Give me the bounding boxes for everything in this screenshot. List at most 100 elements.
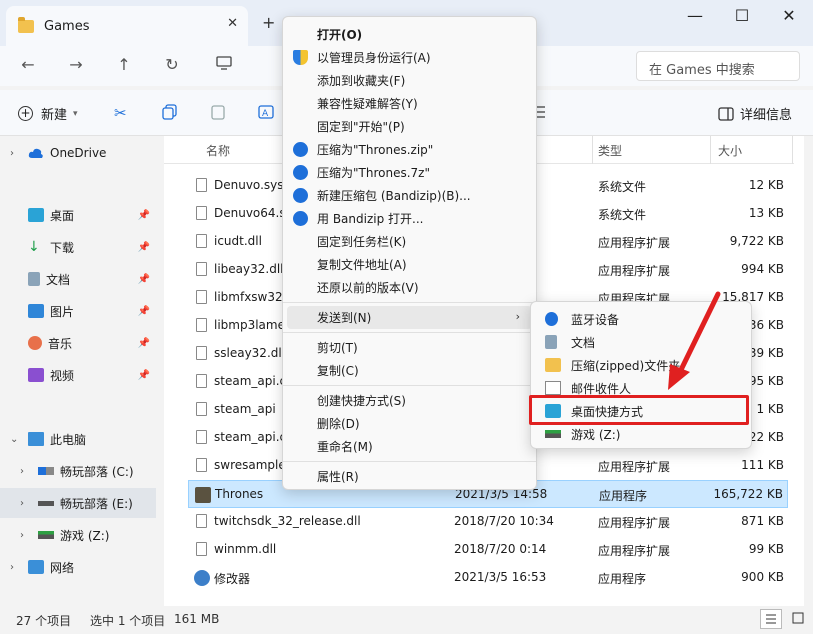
menu-item-restore[interactable]: 还原以前的版本(V) [287,276,532,299]
item-count: 27 个项目 [16,614,72,628]
selected-size: 161 MB [174,612,220,626]
details-pane-icon [718,106,734,121]
file-type: 应用程序扩展 [598,264,671,278]
file-icon [196,402,207,416]
back-button[interactable]: ← [16,55,40,74]
column-name[interactable]: 名称 [206,142,230,159]
menu-item-pin-start[interactable]: 固定到"开始"(P) [287,115,532,138]
menu-item-send-to[interactable]: 发送到(N) › [287,306,532,329]
sort-button[interactable] [536,104,546,120]
sidebar-item-downloads[interactable]: ↓ 下载 📌 [0,232,156,262]
menu-item-pin-taskbar[interactable]: 固定到任务栏(K) [287,230,532,253]
menu-divider [283,461,536,462]
file-type: 应用程序扩展 [598,460,671,474]
file-size: 95 KB [748,374,784,388]
paste-button[interactable] [210,104,226,120]
monitor-icon[interactable] [212,55,236,74]
menu-item-rename[interactable]: 重命名(M) [287,435,532,458]
file-size: 994 KB [741,262,784,276]
file-name: libmfxsw32 [214,290,283,304]
menu-item-add-favorites[interactable]: 添加到收藏夹(F) [287,69,532,92]
maximize-button[interactable]: ☐ [727,6,757,25]
details-view-button[interactable] [760,609,782,629]
sidebar-item-label: 此电脑 [50,432,87,447]
column-size[interactable]: 大小 [718,142,742,159]
network-drive-icon [545,430,561,438]
file-row[interactable]: twitchsdk_32_release.dll 2018/7/20 10:34 应… [188,508,788,536]
menu-item-label: 创建快捷方式(S) [317,394,406,408]
menu-item-properties[interactable]: 属性(R) [287,465,532,488]
computer-icon [28,432,44,446]
document-icon [28,272,40,286]
menu-item-label: 压缩为"Thrones.zip" [317,143,434,157]
sidebar-item-label: 游戏 (Z:) [60,528,110,543]
file-row[interactable]: 修改器 2021/3/5 16:53 应用程序 900 KB [188,564,788,592]
menu-item-zip[interactable]: 压缩为"Thrones.zip" [287,138,532,161]
new-tab-button[interactable]: + [262,13,275,32]
sidebar-item-documents[interactable]: 文档 📌 [0,264,156,294]
pin-icon: 📌 [137,337,150,349]
sidebar-item-desktop[interactable]: 桌面 📌 [0,200,156,230]
menu-item-copy-path[interactable]: 复制文件地址(A) [287,253,532,276]
menu-item-delete[interactable]: 删除(D) [287,412,532,435]
sidebar-item-pictures[interactable]: 图片 📌 [0,296,156,326]
cut-button[interactable]: ✂ [114,104,127,122]
search-input[interactable]: 在 Games 中搜索 [636,51,800,81]
menu-item-open-bandizip[interactable]: 用 Bandizip 打开... [287,207,532,230]
menu-item-cut[interactable]: 剪切(T) [287,336,532,359]
sidebar-item-videos[interactable]: 视频 📌 [0,360,156,390]
zip-folder-icon [545,358,561,372]
copy-button[interactable] [162,104,178,120]
menu-divider [283,385,536,386]
menu-item-new-archive[interactable]: 新建压缩包 (Bandizip)(B)... [287,184,532,207]
new-button[interactable]: + 新建 ▾ [18,104,78,123]
selected-count: 选中 1 个项目 [90,614,166,628]
refresh-button[interactable]: ↻ [160,55,184,74]
menu-item-run-as-admin[interactable]: 以管理员身份运行(A) [287,46,532,69]
file-size: 900 KB [741,570,784,584]
menu-item-copy[interactable]: 复制(C) [287,359,532,382]
column-type[interactable]: 类型 [598,142,622,159]
menu-item-label: 蓝牙设备 [571,313,620,327]
sidebar-item-onedrive[interactable]: › OneDrive [0,138,156,168]
file-name: twitchsdk_32_release.dll [214,514,361,528]
menu-item-7z[interactable]: 压缩为"Thrones.7z" [287,161,532,184]
submenu-item-drive-z[interactable]: 游戏 (Z:) [535,423,747,446]
file-name: 修改器 [214,572,251,586]
tiles-view-button[interactable] [788,609,808,629]
menu-item-create-shortcut[interactable]: 创建快捷方式(S) [287,389,532,412]
chevron-right-icon: › [20,497,24,509]
details-button[interactable]: 详细信息 [718,104,792,123]
menu-item-open[interactable]: 打开(O) [287,23,532,46]
file-row[interactable]: winmm.dll 2018/7/20 0:14 应用程序扩展 99 KB [188,536,788,564]
sidebar-item-this-pc[interactable]: ⌄ 此电脑 [0,424,156,454]
document-icon [545,335,557,349]
file-name: steam_api [214,402,276,416]
file-name: steam_api.c [214,374,287,388]
up-button[interactable]: ↑ [112,55,136,74]
sidebar-item-network[interactable]: › 网络 [0,552,156,582]
file-icon [196,458,207,472]
close-window-button[interactable]: ✕ [774,6,804,25]
rename-button[interactable]: A [258,104,274,120]
file-icon [196,346,207,360]
file-icon [196,234,207,248]
close-tab-icon[interactable]: ✕ [227,16,238,31]
forward-button[interactable]: → [64,55,88,74]
sidebar-item-drive-z[interactable]: › 游戏 (Z:) [0,520,156,550]
tab-games[interactable]: Games ✕ [6,6,248,46]
sidebar-item-drive-c[interactable]: › 畅玩部落 (C:) [0,456,156,486]
file-size: 9,722 KB [729,234,784,248]
file-name: icudt.dll [214,234,262,248]
sidebar-item-drive-e[interactable]: › 畅玩部落 (E:) [0,488,156,518]
menu-item-label: 剪切(T) [317,341,358,355]
svg-text:A: A [262,109,269,119]
pin-icon: 📌 [137,273,150,285]
sidebar-item-label: 音乐 [48,336,73,351]
file-name: winmm.dll [214,542,277,556]
file-size: 12 KB [748,178,784,192]
menu-item-troubleshoot[interactable]: 兼容性疑难解答(Y) [287,92,532,115]
minimize-button[interactable]: — [680,6,710,25]
sidebar-item-music[interactable]: 音乐 📌 [0,328,156,358]
chevron-down-icon: ⌄ [10,433,19,445]
